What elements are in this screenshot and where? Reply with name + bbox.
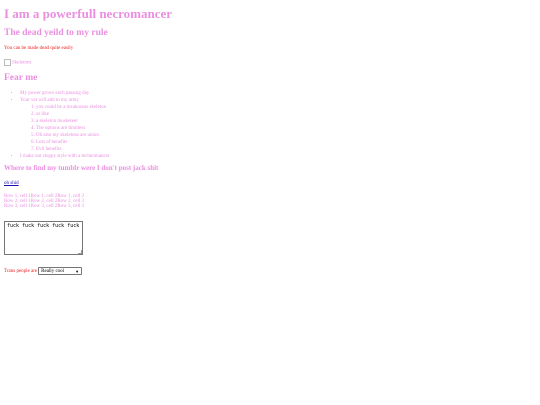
sublist-item: Oh also my skeletons are union — [36, 132, 110, 139]
tumblr-link[interactable]: oh shid — [4, 181, 19, 186]
broken-image-icon — [4, 59, 11, 66]
sublist-item: you could be a tirrakossus skeleton — [36, 104, 110, 111]
sublist-item: or like — [36, 111, 110, 118]
tagline-text: You can be made dead quite easily — [4, 46, 74, 51]
chevron-down-icon: ▼ — [75, 268, 80, 274]
select-row: Trans people are Really cool ▼ — [4, 267, 83, 275]
sublist-item: a skeleton musketeer — [36, 118, 110, 125]
cell-table: Row 1, cell 1 Row 1, cell 2 Row 1, cell … — [4, 194, 84, 209]
sublist-item: Lots of benefits — [36, 139, 110, 146]
list-item-label: Your vet will add to my army — [20, 98, 79, 103]
opinion-select[interactable]: Really cool ▼ — [38, 267, 83, 275]
table-cell: Row 3, cell 2 — [30, 204, 58, 209]
table-cell: Row 3, cell 1 — [4, 204, 31, 209]
list-item: Your vet will add to my army you could b… — [20, 97, 110, 153]
page-title: I am a powerfull necromancer — [4, 6, 173, 21]
sublist-item: Evil benefits — [36, 146, 110, 153]
page-subtitle: The dead yeild to my rule — [4, 28, 108, 38]
army-sublist: you could be a tirrakossus skeleton or l… — [20, 104, 110, 153]
fear-heading: Fear me — [4, 73, 38, 83]
resize-handle-icon[interactable] — [78, 250, 82, 254]
image-alt-text: Skeletons — [12, 60, 32, 66]
list-item: My power grows each passing day — [20, 90, 110, 97]
tumblr-heading: Where to find my tumblr were I don't pos… — [4, 164, 159, 172]
list-item: I make out sloppy style with a technoman… — [20, 153, 110, 160]
power-list: My power grows each passing day Your vet… — [4, 90, 110, 160]
select-label: Trans people are — [4, 268, 38, 274]
select-value: Really cool — [41, 268, 65, 274]
table-row: Row 3, cell 1 Row 3, cell 2 Row 3, cell … — [4, 204, 84, 209]
sublist-item: The options are limitless — [36, 125, 110, 132]
skeletons-image: Skeletons — [4, 59, 31, 66]
table-cell: Row 3, cell 3 — [57, 204, 85, 209]
message-textarea[interactable]: fuck fuck fuck fuck fuck — [4, 221, 83, 255]
